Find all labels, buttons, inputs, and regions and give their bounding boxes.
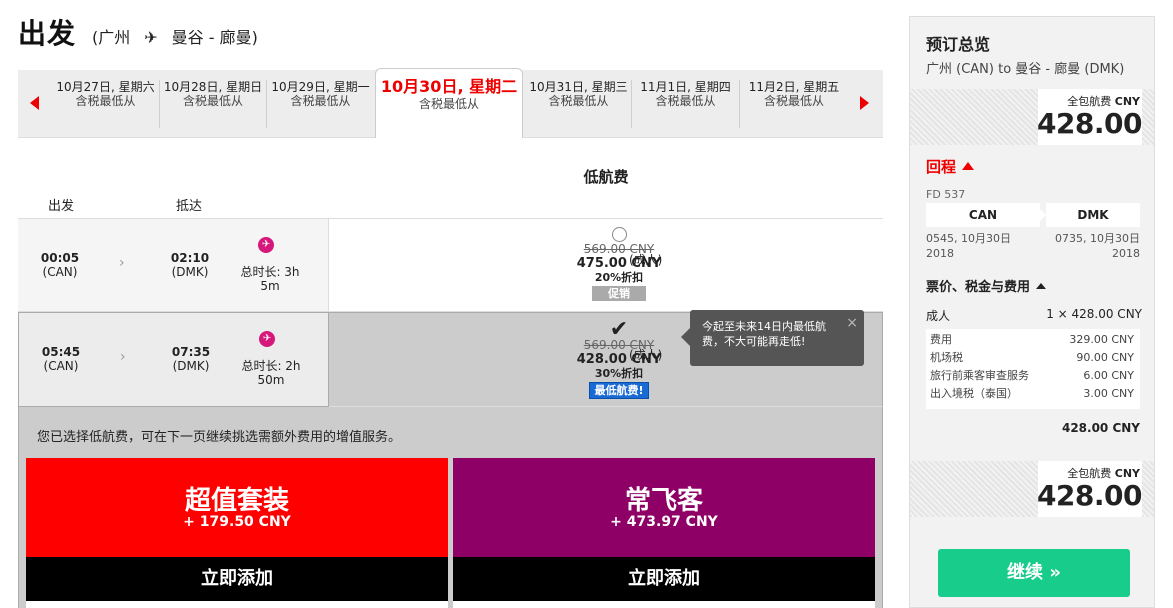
total-fare-box: 全包航费 CNY 428.00 bbox=[910, 89, 1154, 145]
passenger-type: (成人) bbox=[629, 348, 663, 362]
selection-panel: 您已选择低航费，可在下一页继续挑选需额外费用的增值服务。 超值套装 + 179.… bbox=[18, 407, 883, 608]
flight-row: 00:05 (CAN) › 02:10 (DMK) ✈ 总时长: 3h 5m 5… bbox=[18, 219, 883, 312]
original-price: 569.00 CNY bbox=[583, 242, 655, 256]
value-pack-bundle[interactable]: 超值套装 + 179.50 CNY 立即添加 bbox=[26, 458, 448, 608]
frequent-flyer-bundle[interactable]: 常飞客 + 473.97 CNY 立即添加 bbox=[453, 458, 875, 608]
leg-arrive-year: 2018 bbox=[1112, 247, 1140, 260]
passenger-type: (成人) bbox=[629, 253, 663, 267]
fees-toggle[interactable]: 票价、税金与费用 bbox=[926, 276, 1047, 295]
bundle-price: + 473.97 CNY bbox=[610, 514, 718, 530]
leg-destination: DMK bbox=[1046, 203, 1140, 227]
flight-info: 05:45 (CAN) › 07:35 (DMK) ✈ 总时长: 2h 50m bbox=[18, 312, 329, 407]
fare-column-header: 低航费 bbox=[583, 168, 629, 186]
checkmark-icon: ✔ bbox=[609, 317, 629, 342]
fee-row: 出入境税（泰国） 3.00 CNY bbox=[930, 387, 1134, 400]
lowest-fare-badge: 最低航费! bbox=[589, 382, 649, 399]
date-tab-1[interactable]: 10月27日, 星期六 含税最低从 bbox=[52, 80, 160, 128]
depart-time: 05:45 bbox=[41, 345, 81, 359]
date-tab-2[interactable]: 10月28日, 星期日 含税最低从 bbox=[160, 80, 267, 128]
close-icon[interactable]: × bbox=[846, 316, 858, 331]
origin-label: (广州 bbox=[92, 28, 131, 47]
total-fare-box-bottom: 全包航费 CNY 428.00 bbox=[910, 461, 1154, 517]
flight-number: FD 537 bbox=[926, 188, 966, 201]
total-amount: 428.00 bbox=[1036, 479, 1143, 512]
fare-price: 428.00 CNY bbox=[576, 352, 662, 367]
continue-button[interactable]: 继续 » bbox=[938, 549, 1130, 597]
summary-route: 广州 (CAN) to 曼谷 - 廊曼 (DMK) bbox=[926, 62, 1125, 77]
fare-radio[interactable] bbox=[611, 227, 627, 242]
summary-title: 预订总览 bbox=[926, 35, 991, 54]
original-price: 569.00 CNY bbox=[583, 338, 655, 352]
depart-code: (CAN) bbox=[42, 265, 78, 279]
bundle-name: 超值套装 bbox=[184, 486, 289, 516]
leg-origin: CAN bbox=[926, 203, 1040, 227]
date-tab-6[interactable]: 11月1日, 星期四 含税最低从 bbox=[632, 80, 740, 128]
tooltip-text: 今起至未来14日内最低航费，不大可能再走低! bbox=[702, 320, 826, 348]
date-tab-7[interactable]: 11月2日, 星期五 含税最低从 bbox=[740, 80, 848, 128]
fee-row: 费用 329.00 CNY bbox=[930, 333, 1134, 346]
plane-icon: ✈ bbox=[144, 28, 158, 47]
adult-fare-value: 1 × 428.00 CNY bbox=[1046, 307, 1142, 321]
duration: 总时长: 2h bbox=[241, 359, 301, 373]
duration: 总时长: 3h bbox=[240, 265, 300, 279]
bundle-name: 常飞客 bbox=[624, 486, 703, 516]
return-toggle[interactable]: 回程 bbox=[926, 156, 975, 177]
arrive-time: 02:10 bbox=[170, 251, 210, 265]
date-tab-5[interactable]: 10月31日, 星期三 含税最低从 bbox=[526, 80, 632, 128]
lowest-fare-tooltip: 今起至未来14日内最低航费，不大可能再走低! × bbox=[681, 310, 864, 366]
arrive-column-header: 抵达 bbox=[176, 199, 203, 214]
depart-time: 00:05 bbox=[40, 251, 80, 265]
leg-depart-year: 2018 bbox=[926, 247, 954, 260]
leg-depart-time: 0545, 10月30日 bbox=[926, 232, 1011, 245]
arrive-code: (DMK) bbox=[172, 359, 210, 373]
subtotal: 428.00 CNY bbox=[1061, 421, 1140, 435]
date-selector: 10月27日, 星期六 含税最低从 10月28日, 星期日 含税最低从 10月2… bbox=[18, 68, 883, 138]
duration-minutes: 5m bbox=[260, 279, 280, 293]
airplane-icon[interactable]: ✈ bbox=[258, 237, 274, 253]
adult-fare-line: 成人 1 × 428.00 CNY bbox=[926, 307, 1142, 323]
promo-badge: 促销 bbox=[592, 286, 646, 301]
add-frequent-flyer-button[interactable]: 立即添加 bbox=[453, 557, 875, 601]
chevron-right-icon: › bbox=[119, 255, 125, 271]
fare-price: 475.00 CNY bbox=[576, 256, 662, 271]
date-tab-active[interactable]: 10月30日, 星期二 含税最低从 bbox=[375, 68, 523, 138]
booking-summary: 预订总览 广州 (CAN) to 曼谷 - 廊曼 (DMK) 全包航费 CNY … bbox=[909, 16, 1155, 608]
bundle-price: + 179.50 CNY bbox=[183, 514, 291, 530]
date-tab-3[interactable]: 10月29日, 星期一 含税最低从 bbox=[267, 80, 374, 128]
depart-code: (CAN) bbox=[43, 359, 79, 373]
triangle-up-icon bbox=[962, 162, 975, 170]
depart-column-header: 出发 bbox=[48, 199, 75, 214]
fee-breakdown: 费用 329.00 CNY 机场税 90.00 CNY 旅行前乘客审查服务 6.00 … bbox=[926, 329, 1140, 409]
left-arrow-icon[interactable] bbox=[30, 96, 39, 110]
arrow-right-icon bbox=[1034, 203, 1046, 227]
fee-row: 机场税 90.00 CNY bbox=[930, 351, 1134, 364]
chevron-right-icon: › bbox=[120, 349, 126, 365]
leg-arrive-time: 0735, 10月30日 bbox=[1055, 232, 1140, 245]
discount-label: 20%折扣 bbox=[594, 271, 644, 284]
add-value-pack-button[interactable]: 立即添加 bbox=[26, 557, 448, 601]
destination-label: 曼谷 - 廊曼) bbox=[171, 28, 258, 47]
fee-row: 旅行前乘客审查服务 6.00 CNY bbox=[930, 369, 1134, 382]
right-arrow-icon[interactable] bbox=[860, 96, 869, 110]
triangle-up-icon bbox=[1036, 283, 1047, 289]
page-title: 出发 bbox=[18, 17, 77, 50]
total-amount: 428.00 bbox=[1036, 107, 1143, 140]
airplane-icon[interactable]: ✈ bbox=[259, 331, 275, 347]
fare-cell[interactable]: 569.00 CNY 475.00 CNY 20%折扣 促销 (成人) bbox=[329, 219, 883, 312]
discount-label: 30%折扣 bbox=[594, 367, 644, 380]
selection-note: 您已选择低航费，可在下一页继续挑选需额外费用的增值服务。 bbox=[37, 430, 402, 445]
arrive-code: (DMK) bbox=[171, 265, 209, 279]
arrive-time: 07:35 bbox=[171, 345, 211, 359]
duration-minutes: 50m bbox=[257, 373, 285, 387]
page-header: 出发 (广州 ✈ 曼谷 - 廊曼) bbox=[18, 12, 258, 50]
flight-info: 00:05 (CAN) › 02:10 (DMK) ✈ 总时长: 3h 5m bbox=[18, 219, 329, 312]
